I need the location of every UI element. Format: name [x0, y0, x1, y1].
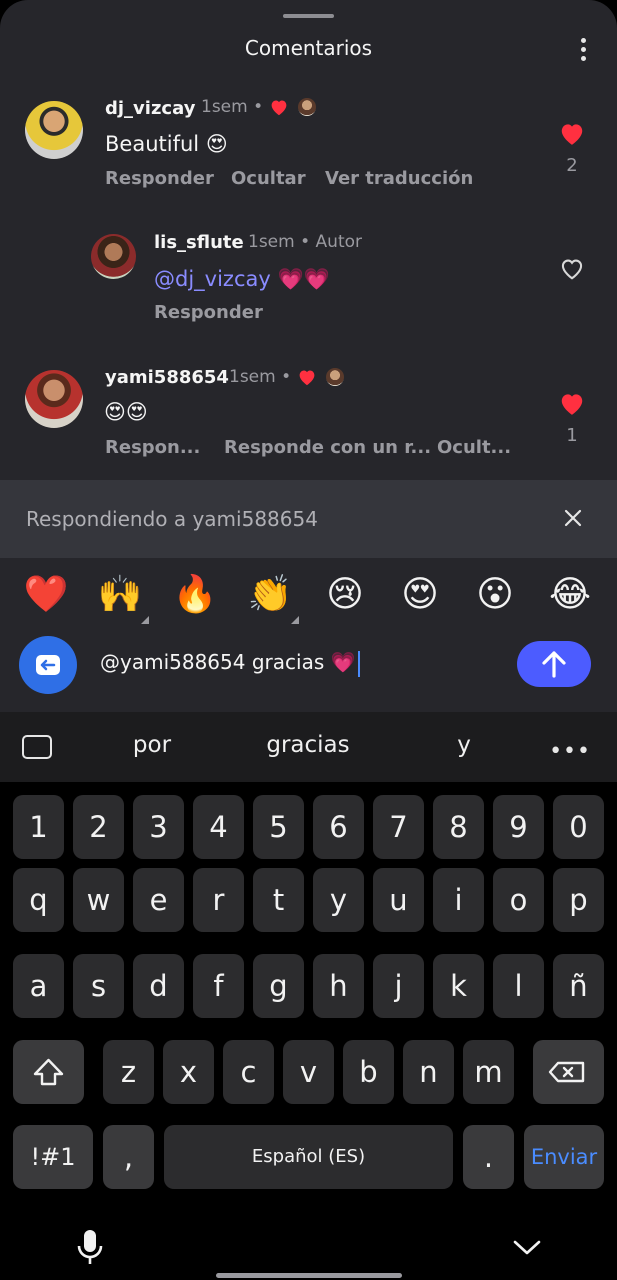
- chevron-down-icon[interactable]: [510, 1236, 544, 1258]
- key-row2-4[interactable]: g: [253, 954, 304, 1018]
- emoji-surprised[interactable]: 😮: [472, 572, 518, 618]
- text-caret: [357, 650, 360, 677]
- reply-with-reel-button[interactable]: Responde con un r...: [224, 437, 431, 458]
- key-row1-6[interactable]: u: [373, 868, 424, 932]
- more-icon[interactable]: •••: [549, 739, 591, 764]
- arrow-up-icon: [542, 651, 566, 678]
- heart-eyes-emoji: 😍😍: [104, 400, 148, 424]
- comment-username[interactable]: yami588654: [105, 367, 229, 388]
- key-row_numbers-6[interactable]: 7: [373, 795, 424, 859]
- backspace-key[interactable]: [533, 1040, 604, 1104]
- suggestion-word[interactable]: y: [404, 732, 524, 758]
- suggestion-bar: por gracias y •••: [0, 712, 617, 782]
- key-row_numbers-9[interactable]: 0: [553, 795, 604, 859]
- enter-key[interactable]: Enviar: [524, 1125, 604, 1189]
- replying-to-label: Respondiendo a yami588654: [26, 507, 318, 531]
- hide-button[interactable]: Ocult...: [437, 437, 511, 458]
- key-row2-0[interactable]: a: [13, 954, 64, 1018]
- key-row1-5[interactable]: y: [313, 868, 364, 932]
- suggestion-word[interactable]: por: [92, 732, 212, 758]
- emoji-fire[interactable]: 🔥: [172, 572, 218, 618]
- key-row2-7[interactable]: k: [433, 954, 484, 1018]
- emoji-raised-hands[interactable]: 🙌: [97, 572, 143, 618]
- keyboard: por gracias y ••• 1234567890qwertyuiopas…: [0, 712, 617, 1280]
- key-row_numbers-0[interactable]: 1: [13, 795, 64, 859]
- shift-key[interactable]: [13, 1040, 84, 1104]
- profile-switch-icon: [36, 655, 60, 675]
- comment-text: 😍😍: [104, 400, 148, 424]
- key-row3-6[interactable]: m: [463, 1040, 514, 1104]
- home-indicator[interactable]: [216, 1273, 402, 1278]
- key-row2-1[interactable]: s: [73, 954, 124, 1018]
- key-row_numbers-7[interactable]: 8: [433, 795, 484, 859]
- close-icon[interactable]: [563, 508, 583, 528]
- key-row1-3[interactable]: r: [193, 868, 244, 932]
- comment-time: 1sem: [229, 367, 276, 387]
- key-row1-2[interactable]: e: [133, 868, 184, 932]
- replying-to-bar: Respondiendo a yami588654: [0, 480, 617, 558]
- key-row1-0[interactable]: q: [13, 868, 64, 932]
- emoji-clapping[interactable]: 👏: [247, 572, 293, 618]
- key-row3-3[interactable]: v: [283, 1040, 334, 1104]
- navigation-bar: [0, 1210, 617, 1280]
- skin-tone-indicator-icon: [141, 616, 149, 624]
- like-count: 1: [566, 425, 578, 446]
- key-row3-4[interactable]: b: [343, 1040, 394, 1104]
- key-row1-9[interactable]: p: [553, 868, 604, 932]
- backspace-icon: [548, 1061, 585, 1083]
- emoji-heart-eyes[interactable]: 😍: [397, 572, 443, 618]
- key-row2-3[interactable]: f: [193, 954, 244, 1018]
- key-row2-9[interactable]: ñ: [553, 954, 604, 1018]
- key-row1-4[interactable]: t: [253, 868, 304, 932]
- skin-tone-indicator-icon: [291, 616, 299, 624]
- key-row1-1[interactable]: w: [73, 868, 124, 932]
- period-key[interactable]: .: [463, 1125, 514, 1189]
- like-heart-icon[interactable]: [558, 391, 586, 416]
- symbols-key[interactable]: !#1: [13, 1125, 93, 1189]
- microphone-icon[interactable]: [74, 1228, 106, 1268]
- emoji-laughing[interactable]: 😂: [547, 572, 593, 618]
- key-row_numbers-2[interactable]: 3: [133, 795, 184, 859]
- key-row3-0[interactable]: z: [103, 1040, 154, 1104]
- comment-composer: @yami588654 gracias 💗: [0, 630, 617, 702]
- comment-yami588654: yami588654 1sem • 😍😍 Respon... Responde …: [0, 0, 617, 480]
- comma-key[interactable]: ,: [103, 1125, 154, 1189]
- avatar[interactable]: [25, 370, 83, 428]
- key-row_numbers-5[interactable]: 6: [313, 795, 364, 859]
- shift-icon: [33, 1058, 64, 1086]
- key-row3-2[interactable]: c: [223, 1040, 274, 1104]
- key-row_numbers-1[interactable]: 2: [73, 795, 124, 859]
- key-row1-8[interactable]: o: [493, 868, 544, 932]
- key-row_numbers-4[interactable]: 5: [253, 795, 304, 859]
- emoji-red-heart[interactable]: ❤️: [23, 572, 69, 618]
- key-row2-6[interactable]: j: [373, 954, 424, 1018]
- key-row2-8[interactable]: l: [493, 954, 544, 1018]
- key-row_numbers-8[interactable]: 9: [493, 795, 544, 859]
- key-row3-1[interactable]: x: [163, 1040, 214, 1104]
- emoji-quick-bar: ❤️ 🙌 🔥 👏 😢 😍 😮 😂: [0, 572, 617, 628]
- comment-meta: 1sem •: [229, 367, 344, 387]
- creator-avatar-icon: [325, 368, 344, 386]
- suggestion-word[interactable]: gracias: [248, 732, 368, 758]
- send-button[interactable]: [517, 641, 591, 687]
- comment-input[interactable]: @yami588654 gracias 💗: [100, 650, 360, 677]
- key-row_numbers-3[interactable]: 4: [193, 795, 244, 859]
- comments-sheet: Comentarios dj_vizcay 1sem • Beautiful 😍…: [0, 0, 617, 712]
- user-avatar[interactable]: [19, 636, 77, 694]
- emoji-crying[interactable]: 😢: [322, 572, 368, 618]
- keyboard-toolbar-toggle-icon[interactable]: [22, 735, 52, 759]
- reply-button[interactable]: Respon...: [105, 437, 200, 458]
- key-row2-5[interactable]: h: [313, 954, 364, 1018]
- space-key[interactable]: Español (ES): [164, 1125, 453, 1189]
- creator-liked-heart-icon: [299, 370, 314, 386]
- key-row2-2[interactable]: d: [133, 954, 184, 1018]
- key-row1-7[interactable]: i: [433, 868, 484, 932]
- key-row3-5[interactable]: n: [403, 1040, 454, 1104]
- comment-actions: Respon... Responde con un r... Ocult...: [105, 437, 525, 461]
